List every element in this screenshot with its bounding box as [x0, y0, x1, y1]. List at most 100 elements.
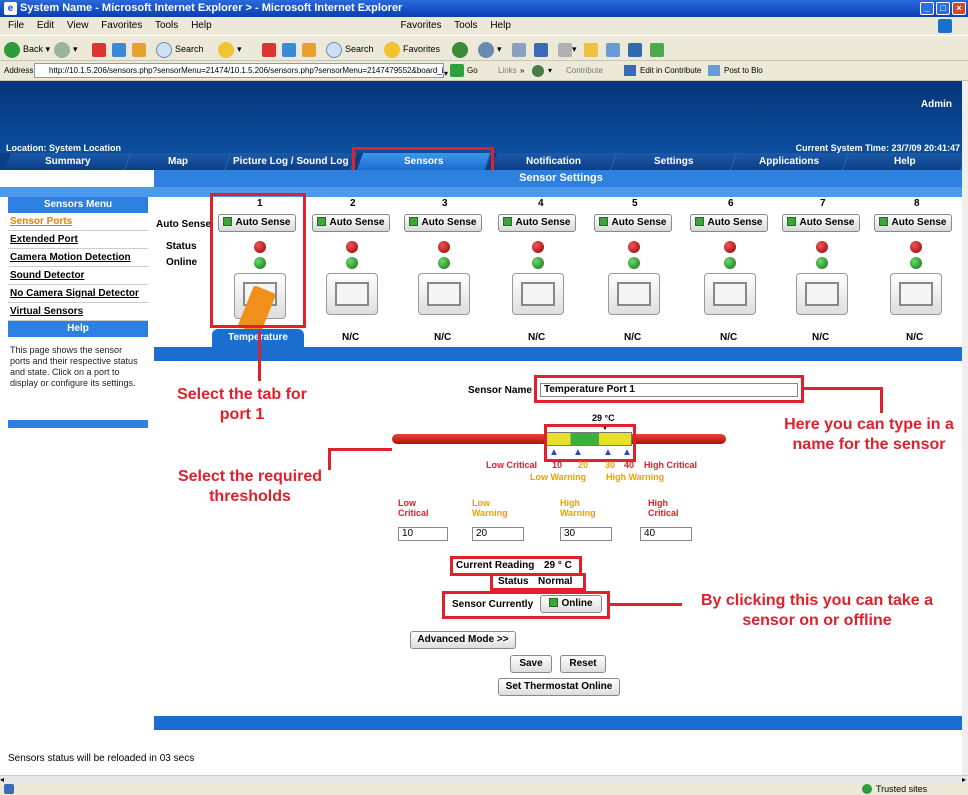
tool-button-2[interactable]	[628, 40, 642, 58]
auto-sense-button-6[interactable]: Auto Sense	[690, 214, 768, 232]
menu-tools-2[interactable]: Tools	[454, 20, 477, 31]
settings-panel-bar	[154, 347, 968, 361]
auto-sense-button-2[interactable]: Auto Sense	[312, 214, 390, 232]
sidebar-item-virtual-sensors[interactable]: Virtual Sensors	[8, 303, 148, 321]
sidebar-item-no-camera-signal[interactable]: No Camera Signal Detector	[8, 285, 148, 303]
url-input[interactable]: http://10.1.5.206/sensors.php?sensorMenu…	[34, 63, 444, 78]
refresh-button-2[interactable]	[282, 40, 296, 58]
home-button-2[interactable]	[302, 40, 316, 58]
go-icon[interactable]	[450, 64, 464, 77]
online-toggle-button[interactable]: Online	[540, 595, 602, 613]
menu-tools[interactable]: Tools	[155, 20, 178, 31]
low-warning-input[interactable]: 20	[472, 527, 524, 541]
search-button-2[interactable]: Search	[326, 40, 374, 58]
status-light-4	[532, 241, 544, 253]
print-button[interactable]	[534, 40, 548, 58]
stop-button[interactable]	[92, 40, 106, 58]
port-jack-4[interactable]	[512, 273, 564, 315]
menu-help[interactable]: Help	[191, 20, 212, 31]
online-row-label: Online	[166, 257, 198, 268]
home-button[interactable]	[132, 40, 146, 58]
edit-in-contribute-button[interactable]: Edit in Contribute	[640, 61, 701, 81]
back-arrow-icon	[4, 41, 20, 58]
favorites-button[interactable]: Favorites	[384, 40, 440, 58]
maximize-icon[interactable]: □	[936, 2, 950, 15]
tab-summary[interactable]: Summary	[4, 153, 132, 170]
port-jack-7[interactable]	[796, 273, 848, 315]
menu-edit[interactable]: Edit	[37, 20, 54, 31]
menu-favorites-2[interactable]: Favorites	[400, 20, 441, 31]
auto-sense-row-label: Auto Sense	[156, 219, 212, 230]
menu-favorites[interactable]: Favorites	[101, 20, 142, 31]
stop-button-2[interactable]	[262, 40, 276, 58]
port-jack-5[interactable]	[608, 273, 660, 315]
save-button[interactable]: Save	[510, 655, 552, 673]
contribute-label[interactable]: Contribute	[566, 61, 603, 81]
sidebar-item-camera-motion[interactable]: Camera Motion Detection	[8, 249, 148, 267]
close-icon[interactable]: ×	[952, 2, 966, 15]
reset-button[interactable]: Reset	[560, 655, 606, 673]
port-number-4: 4	[538, 198, 544, 209]
tab-applications[interactable]: Applications	[730, 153, 850, 170]
tab-help[interactable]: Help	[842, 153, 968, 170]
tab-map[interactable]: Map	[124, 153, 232, 170]
forward-button[interactable]: ▾	[54, 40, 78, 58]
th-low-critical-label: Low Critical	[398, 498, 429, 518]
high-critical-input[interactable]: 40	[640, 527, 692, 541]
tab-settings[interactable]: Settings	[610, 153, 738, 170]
menu-help-2[interactable]: Help	[490, 20, 511, 31]
links-chevron-icon[interactable]: »	[520, 61, 524, 81]
auto-sense-button-8[interactable]: Auto Sense	[874, 214, 952, 232]
low-critical-input[interactable]: 10	[398, 527, 448, 541]
menu-file[interactable]: File	[8, 20, 24, 31]
auto-sense-button-5[interactable]: Auto Sense	[594, 214, 672, 232]
online-indicator-icon	[549, 598, 559, 607]
search-button[interactable]: Search	[156, 40, 204, 58]
advanced-mode-button[interactable]: Advanced Mode >>	[410, 631, 516, 649]
auto-sense-button-4[interactable]: Auto Sense	[498, 214, 576, 232]
star-icon	[218, 41, 234, 58]
tool-button-1[interactable]	[606, 40, 620, 58]
port-jack-2[interactable]	[326, 273, 378, 315]
auto-sense-button-7[interactable]: Auto Sense	[782, 214, 860, 232]
media-button[interactable]	[452, 40, 471, 58]
annotation-tab-line	[258, 331, 261, 381]
search-label-2: Search	[345, 44, 374, 54]
menu-view[interactable]: View	[67, 20, 89, 31]
back-button[interactable]: Back ▾	[4, 40, 50, 58]
sidebar-item-sound-detector[interactable]: Sound Detector	[8, 267, 148, 285]
back-label: Back	[23, 44, 44, 54]
status-light-7	[816, 241, 828, 253]
minimize-icon[interactable]: _	[920, 2, 934, 15]
port-jack-8[interactable]	[890, 273, 942, 315]
port-jack-socket-icon	[521, 282, 555, 306]
refresh-button[interactable]	[112, 40, 126, 58]
port-jack-socket-icon	[899, 282, 933, 306]
edit-button[interactable]: ▾	[558, 40, 577, 58]
sidebar-item-extended-port[interactable]: Extended Port	[8, 231, 148, 249]
favorites-star-button[interactable]: ▾	[218, 40, 242, 58]
go-button[interactable]: Go	[467, 61, 478, 81]
tool-button-3[interactable]	[650, 40, 664, 58]
mail-button[interactable]	[512, 40, 526, 58]
high-warning-input[interactable]: 30	[560, 527, 612, 541]
browser-status-bar: Trusted sites	[0, 783, 968, 795]
auto-sense-button-3[interactable]: Auto Sense	[404, 214, 482, 232]
history-button[interactable]: ▾	[478, 40, 502, 58]
sensor-name-highlight	[534, 375, 804, 403]
set-thermostat-online-button[interactable]: Set Thermostat Online	[498, 678, 620, 696]
port-jack-3[interactable]	[418, 273, 470, 315]
post-to-blog-button[interactable]: Post to Blo	[724, 61, 763, 81]
tick-30: 30	[605, 460, 616, 470]
folder-button[interactable]	[584, 40, 598, 58]
tab-notification[interactable]: Notification	[490, 153, 618, 170]
horizontal-scrollbar[interactable]: ◂ ▸	[0, 775, 968, 784]
th-low-critical-l1: Low	[398, 498, 416, 508]
tab-picture-log[interactable]: Picture Log / Sound Log	[224, 153, 358, 170]
contribute-dropdown-icon[interactable]: ▾	[548, 61, 552, 81]
status-light-3	[438, 241, 450, 253]
links-label[interactable]: Links	[498, 61, 517, 81]
sidebar-item-sensor-ports[interactable]: Sensor Ports	[8, 213, 148, 231]
vertical-scrollbar[interactable]	[962, 81, 968, 775]
port-jack-6[interactable]	[704, 273, 756, 315]
